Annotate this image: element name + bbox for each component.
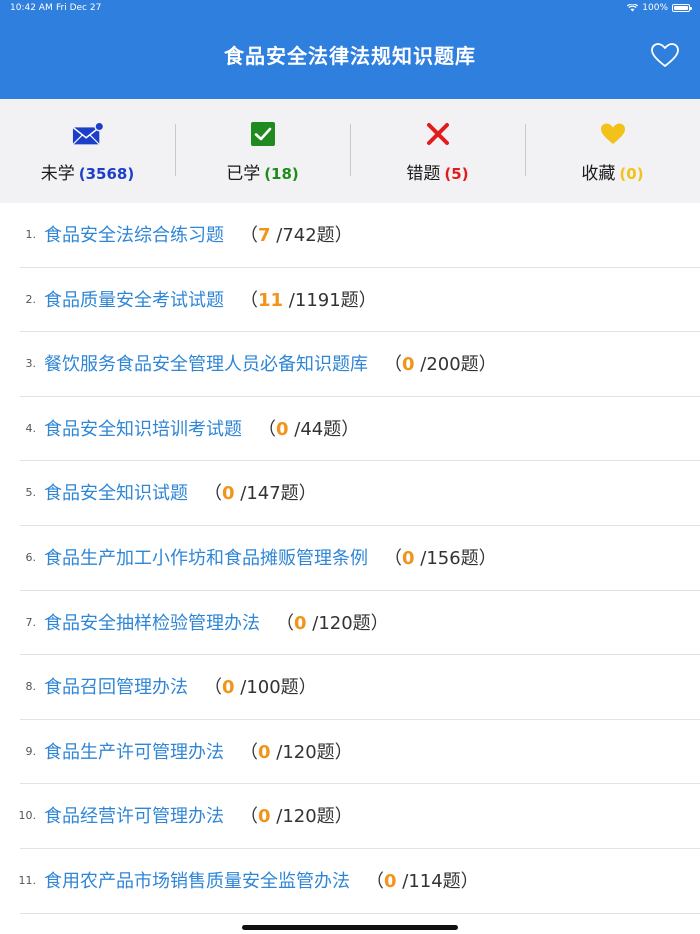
item-done-count: 7 [258, 225, 271, 246]
stat-label: 已学 [226, 164, 261, 184]
list-item[interactable]: 1. 食品安全法综合练习题 （7 /742题） [0, 203, 700, 268]
battery-percent: 100% [642, 3, 668, 13]
stat-label: 错题 [406, 164, 441, 184]
list-item[interactable]: 8. 食品召回管理办法 （0 /100题） [0, 655, 700, 720]
item-total: /120题） [276, 741, 353, 763]
item-total: /156题） [420, 547, 497, 569]
item-number: 9. [25, 744, 37, 758]
item-total: /742题） [276, 225, 353, 246]
item-title: 食品安全知识培训考试题 [44, 418, 242, 440]
item-done-count: 0 [258, 806, 271, 828]
item-title: 食品经营许可管理办法 [44, 806, 224, 828]
item-total: /120题） [312, 612, 389, 634]
item-title: 食品召回管理办法 [44, 677, 188, 699]
check-icon [250, 122, 275, 146]
stat-learned[interactable]: 已学 (18) [175, 99, 350, 203]
item-done-count: 0 [222, 677, 235, 699]
stat-count: (0) [619, 165, 644, 183]
item-number: 6. [25, 550, 37, 564]
item-title: 食品质量安全考试试题 [44, 289, 224, 311]
item-number: 10. [18, 809, 37, 823]
item-done-count: 0 [384, 870, 397, 892]
list-item[interactable]: 6. 食品生产加工小作坊和食品摊贩管理条例 （0 /156题） [0, 526, 700, 591]
item-done-count: 0 [258, 741, 271, 763]
list-item[interactable]: 5. 食品安全知识试题 （0 /147题） [0, 461, 700, 526]
item-total: /44题） [294, 418, 360, 440]
item-progress: （0 /100题） [204, 677, 317, 699]
item-progress: （0 /200题） [384, 354, 497, 376]
item-title: 食品生产许可管理办法 [44, 741, 224, 763]
list-item[interactable]: 10. 食品经营许可管理办法 （0 /120题） [0, 784, 700, 849]
item-title: 食用农产品市场销售质量安全监管办法 [44, 870, 350, 892]
item-done-count: 0 [222, 483, 235, 505]
status-date: Fri Dec 27 [56, 3, 102, 13]
item-total: /1191题） [288, 289, 377, 311]
item-done-count: 0 [294, 612, 307, 634]
cross-icon [426, 123, 449, 145]
item-number: 5. [25, 486, 37, 500]
page-title: 食品安全法律法规知识题库 [224, 44, 476, 68]
item-total: /114题） [402, 870, 479, 892]
stat-count: (5) [444, 165, 469, 183]
item-title: 食品安全知识试题 [44, 483, 188, 505]
favorite-heart-icon[interactable] [650, 42, 680, 68]
item-number: 3. [25, 357, 37, 371]
home-indicator[interactable] [242, 925, 458, 930]
item-done-count: 0 [402, 547, 415, 569]
item-progress: （7 /742题） [240, 225, 353, 246]
item-progress: （0 /156题） [384, 547, 497, 569]
item-progress: （0 /120题） [240, 806, 353, 828]
item-total: /200题） [420, 354, 497, 376]
stats-bar: 未学 (3568) 已学 (18) 错题 (5) 收藏 (0) [0, 99, 700, 203]
heart-icon [600, 123, 625, 144]
status-right: 100% [627, 3, 692, 13]
stat-wrong[interactable]: 错题 (5) [350, 99, 525, 203]
list-item[interactable]: 4. 食品安全知识培训考试题 （0 /44题） [0, 397, 700, 462]
battery-icon [672, 4, 692, 12]
item-progress: （0 /147题） [204, 483, 317, 505]
item-progress: （0 /114题） [366, 870, 479, 892]
item-done-count: 0 [402, 354, 415, 376]
stat-unlearned[interactable]: 未学 (3568) [0, 99, 175, 203]
item-title: 食品安全法综合练习题 [44, 225, 224, 246]
item-total: /147题） [240, 483, 317, 505]
item-done-count: 0 [276, 418, 289, 440]
list-item[interactable]: 2. 食品质量安全考试试题 （11 /1191题） [0, 268, 700, 333]
envelope-icon [71, 121, 104, 145]
item-total: /120题） [276, 806, 353, 828]
status-bar: 10:42 AM Fri Dec 27 100% [0, 0, 700, 18]
list-item[interactable]: 7. 食品安全抽样检验管理办法 （0 /120题） [0, 591, 700, 656]
stat-count: (3568) [78, 165, 135, 183]
item-title: 食品生产加工小作坊和食品摊贩管理条例 [44, 547, 368, 569]
item-progress: （0 /120题） [240, 741, 353, 763]
item-number: 7. [25, 615, 37, 629]
item-total: /100题） [240, 677, 317, 699]
item-number: 2. [25, 292, 37, 306]
item-number: 8. [25, 680, 37, 694]
list-item[interactable]: 3. 餐饮服务食品安全管理人员必备知识题库 （0 /200题） [0, 332, 700, 397]
item-title: 餐饮服务食品安全管理人员必备知识题库 [44, 354, 368, 376]
app-header: 10:42 AM Fri Dec 27 100% 食品安全法律法规知识题库 [0, 0, 700, 99]
item-progress: （0 /120题） [276, 612, 389, 634]
wifi-icon [627, 4, 639, 12]
stat-favorites[interactable]: 收藏 (0) [525, 99, 700, 203]
status-time: 10:42 AM [10, 3, 53, 13]
question-bank-list: 1. 食品安全法综合练习题 （7 /742题） 2. 食品质量安全考试试题 （11 … [0, 203, 700, 914]
item-title: 食品安全抽样检验管理办法 [44, 612, 260, 634]
item-progress: （0 /44题） [258, 418, 360, 440]
stat-count: (18) [264, 165, 299, 183]
item-number: 4. [25, 421, 37, 435]
item-number: 1. [25, 228, 37, 241]
list-item[interactable]: 11. 食用农产品市场销售质量安全监管办法 （0 /114题） [0, 849, 700, 914]
list-item[interactable]: 9. 食品生产许可管理办法 （0 /120题） [0, 720, 700, 785]
stat-label: 未学 [40, 164, 75, 184]
item-number: 11. [18, 873, 37, 887]
item-done-count: 11 [258, 289, 284, 311]
stat-label: 收藏 [581, 164, 616, 184]
item-progress: （11 /1191题） [240, 289, 377, 311]
